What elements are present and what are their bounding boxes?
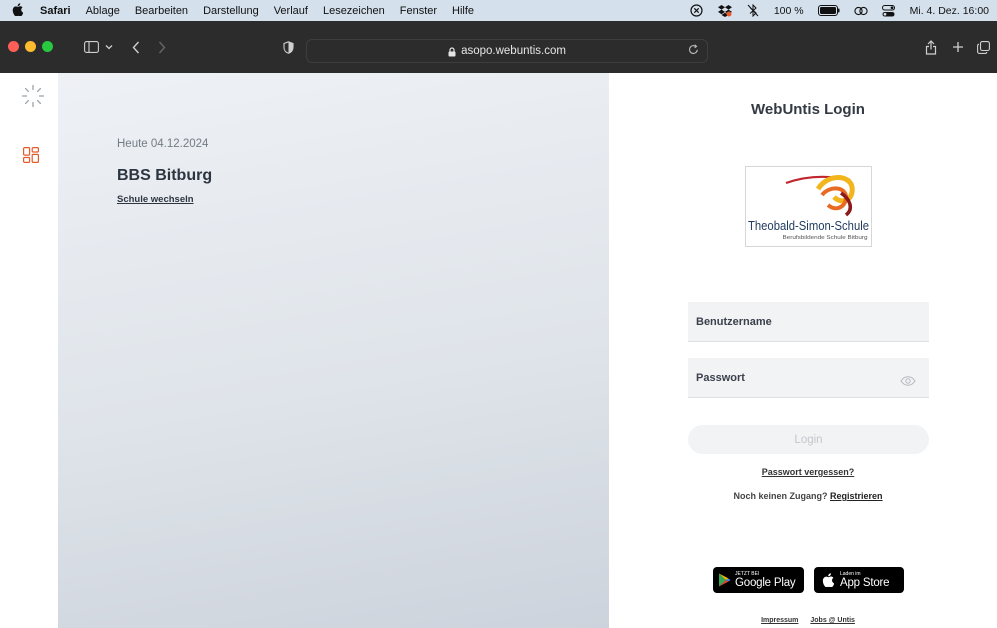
password-input[interactable]	[688, 358, 929, 398]
menu-bearbeiten[interactable]: Bearbeiten	[135, 5, 188, 17]
new-tab-icon[interactable]	[952, 38, 964, 56]
school-info-panel: Heute 04.12.2024 BBS Bitburg Schule wech…	[58, 73, 609, 628]
change-school-link[interactable]: Schule wechseln	[117, 194, 194, 205]
screen-mirroring-icon[interactable]	[853, 4, 868, 18]
impressum-link[interactable]: Impressum	[761, 617, 798, 624]
address-bar[interactable]: asopo.webuntis.com	[306, 39, 708, 63]
url-text: asopo.webuntis.com	[461, 45, 566, 57]
register-link[interactable]: Registrieren	[830, 491, 883, 501]
no-access-text: Noch keinen Zugang?	[733, 491, 828, 501]
share-icon[interactable]	[925, 38, 937, 56]
macos-menubar: Safari Ablage Bearbeiten Darstellung Ver…	[0, 0, 997, 21]
zoom-window-button[interactable]	[42, 41, 53, 52]
username-input[interactable]	[688, 302, 929, 342]
forward-icon[interactable]	[158, 38, 166, 56]
tab-overview-icon[interactable]	[977, 38, 990, 56]
control-center-icon[interactable]	[882, 4, 896, 18]
app-store-badge[interactable]: Laden im App Store	[814, 567, 904, 593]
google-play-text: Google Play	[735, 576, 796, 589]
school-name: BBS Bitburg	[117, 167, 213, 184]
footer-links: Impressum Jobs @ Untis	[609, 617, 997, 624]
apple-logo-icon	[822, 573, 834, 587]
menu-fenster[interactable]: Fenster	[400, 5, 437, 17]
login-panel: WebUntis Login Theobald-Simon-Schule Ber…	[609, 73, 997, 628]
chevron-down-icon[interactable]	[105, 38, 113, 56]
app-store-text: App Store	[840, 576, 890, 589]
school-logo: Theobald-Simon-Schule Berufsbildende Sch…	[745, 166, 872, 247]
login-button[interactable]: Login	[688, 425, 929, 454]
register-prompt: Noch keinen Zugang? Registrieren	[609, 491, 997, 501]
menu-verlauf[interactable]: Verlauf	[274, 5, 308, 17]
minimize-window-button[interactable]	[25, 41, 36, 52]
loading-spinner-icon	[20, 83, 46, 109]
school-logo-subtitle: Berufsbildende Schule Bitburg	[783, 235, 868, 241]
jobs-link[interactable]: Jobs @ Untis	[810, 617, 855, 624]
battery-icon[interactable]	[817, 4, 840, 18]
dropbox-icon[interactable]	[717, 4, 732, 18]
show-password-icon[interactable]	[900, 373, 916, 386]
browser-toolbar: asopo.webuntis.com	[0, 21, 997, 73]
dashboard-icon[interactable]	[23, 147, 39, 164]
privacy-shield-icon[interactable]	[283, 38, 294, 56]
google-play-icon	[718, 573, 731, 587]
close-window-button[interactable]	[8, 41, 19, 52]
menu-lesezeichen[interactable]: Lesezeichen	[323, 5, 385, 17]
menu-app-safari[interactable]: Safari	[40, 5, 71, 17]
close-circle-icon[interactable]	[690, 4, 704, 18]
back-icon[interactable]	[132, 38, 140, 56]
menu-ablage[interactable]: Ablage	[86, 5, 120, 17]
menubar-status-area: 100 % Mi. 4. Dez. 16:00	[690, 0, 989, 21]
login-title: WebUntis Login	[751, 101, 865, 118]
nav-rail	[0, 73, 58, 628]
lock-icon	[448, 46, 456, 56]
menu-darstellung[interactable]: Darstellung	[203, 5, 259, 17]
school-logo-name: Theobald-Simon-Schule	[748, 218, 869, 233]
apple-menu-icon[interactable]	[12, 2, 28, 19]
forgot-password-link[interactable]: Passwort vergessen?	[609, 467, 997, 477]
menubar-clock[interactable]: Mi. 4. Dez. 16:00	[910, 5, 989, 17]
google-play-badge[interactable]: JETZT BEI Google Play	[713, 567, 804, 593]
today-date-label: Heute 04.12.2024	[117, 138, 209, 150]
reload-icon[interactable]	[688, 44, 699, 58]
battery-percent: 100 %	[773, 4, 804, 17]
sidebar-toggle-icon[interactable]	[84, 38, 99, 56]
bluetooth-off-icon[interactable]	[746, 4, 760, 18]
menu-hilfe[interactable]: Hilfe	[452, 5, 474, 17]
